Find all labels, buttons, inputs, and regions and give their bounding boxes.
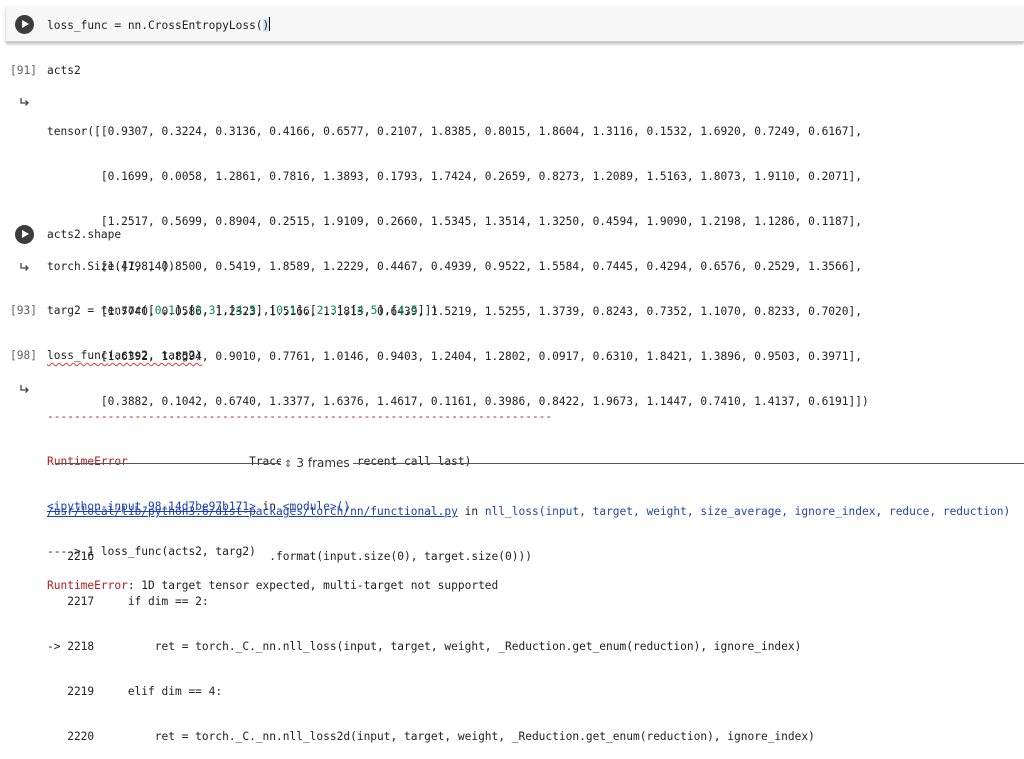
code-token: , <box>202 304 209 317</box>
frames-divider-right <box>352 463 1024 464</box>
code-function-name: loss_func <box>47 349 108 362</box>
cell-output: torch.Size([7, 14]) <box>47 260 175 273</box>
code-paren-highlight: ) <box>262 19 270 32</box>
code-number: 3 <box>208 304 216 317</box>
code-text: loss_func = nn.CrossEntropyLoss( <box>47 19 263 32</box>
frames-label-text: 3 frames <box>296 456 350 470</box>
code-editor-line[interactable]: acts2 <box>47 63 81 78</box>
source-line: 2216 .format(input.size(0), target.size(… <box>47 550 532 563</box>
error-name: RuntimeError <box>47 455 128 468</box>
source-line-current: -> 2218 ret = torch._C._nn.nll_loss(inpu… <box>47 640 802 653</box>
code-token: targ2 = tensor([ <box>47 304 155 317</box>
frames-divider-left <box>56 463 280 464</box>
code-token: ],[ <box>296 304 317 317</box>
output-arrow-icon[interactable] <box>19 97 31 109</box>
source-line: 2220 ret = torch._C._nn.nll_loss2d(input… <box>47 730 815 743</box>
play-circle-icon[interactable] <box>15 15 34 34</box>
frame-file-line: /usr/local/lib/python3.6/dist-packages/t… <box>47 504 1010 519</box>
code-token: ]]) <box>417 304 439 317</box>
chevron-up-down-icon: ⇕ <box>284 459 293 470</box>
output-arrow-icon[interactable] <box>19 384 31 396</box>
code-token: , <box>363 304 371 317</box>
output-arrow-icon[interactable] <box>19 262 31 274</box>
frame-function: nll_loss(input, target, weight, size_ave… <box>484 505 1011 518</box>
execution-count: [98] <box>10 349 37 362</box>
code-token: ],[ <box>175 304 196 317</box>
final-error-message: : 1D target tensor expected, multi-targe… <box>127 579 499 592</box>
file-link[interactable]: /usr/local/lib/python3.6/dist-packages/t… <box>47 505 458 518</box>
code-token: ],[ <box>255 304 277 317</box>
code-number: 0 <box>154 304 162 317</box>
execution-count: [91] <box>10 64 37 77</box>
code-number: 5 <box>249 304 256 317</box>
output-line: [1.2517, 0.5699, 0.8904, 0.2515, 1.9109,… <box>47 215 862 228</box>
final-error-line: RuntimeError: 1D target tensor expected,… <box>47 578 498 593</box>
traceback-frame: /usr/local/lib/python3.6/dist-packages/t… <box>47 474 1010 759</box>
code-number: 4 <box>357 304 364 317</box>
in-text: in <box>457 505 485 518</box>
code-editor-line[interactable]: loss_func(acts2, targ2) <box>47 348 202 363</box>
code-number: 2 <box>195 304 202 317</box>
play-circle-icon[interactable] <box>15 225 34 244</box>
final-error-name: RuntimeError <box>47 579 128 592</box>
code-editor-line[interactable]: targ2 = tensor([0,1],[2,3],[4,5],[0,1],[… <box>47 303 438 318</box>
execution-count: [93] <box>10 304 37 317</box>
source-line: 2219 elif dim == 4: <box>47 685 223 698</box>
output-line: [0.1699, 0.0058, 1.2861, 0.7816, 1.3893,… <box>47 170 862 183</box>
code-token: ],[ <box>336 304 358 317</box>
code-token: (acts2, targ2) <box>107 349 202 362</box>
code-number: 0 <box>276 304 283 317</box>
code-token: ],[ <box>215 304 236 317</box>
code-editor-line[interactable]: acts2.shape <box>47 227 121 242</box>
frames-toggle[interactable]: ⇕ 3 frames <box>281 455 353 473</box>
code-number: 5 <box>411 304 418 317</box>
source-line: 2217 if dim == 2: <box>47 595 209 608</box>
code-token: ],[ <box>377 304 398 317</box>
output-line: tensor([[0.9307, 0.3224, 0.3136, 0.4166,… <box>47 125 862 138</box>
code-number: 3 <box>330 304 337 317</box>
code-token: , <box>282 304 290 317</box>
code-editor-line[interactable]: loss_func = nn.CrossEntropyLoss() <box>47 17 271 33</box>
text-cursor <box>269 17 271 31</box>
traceback-dashes: ----------------------------------------… <box>47 410 553 423</box>
